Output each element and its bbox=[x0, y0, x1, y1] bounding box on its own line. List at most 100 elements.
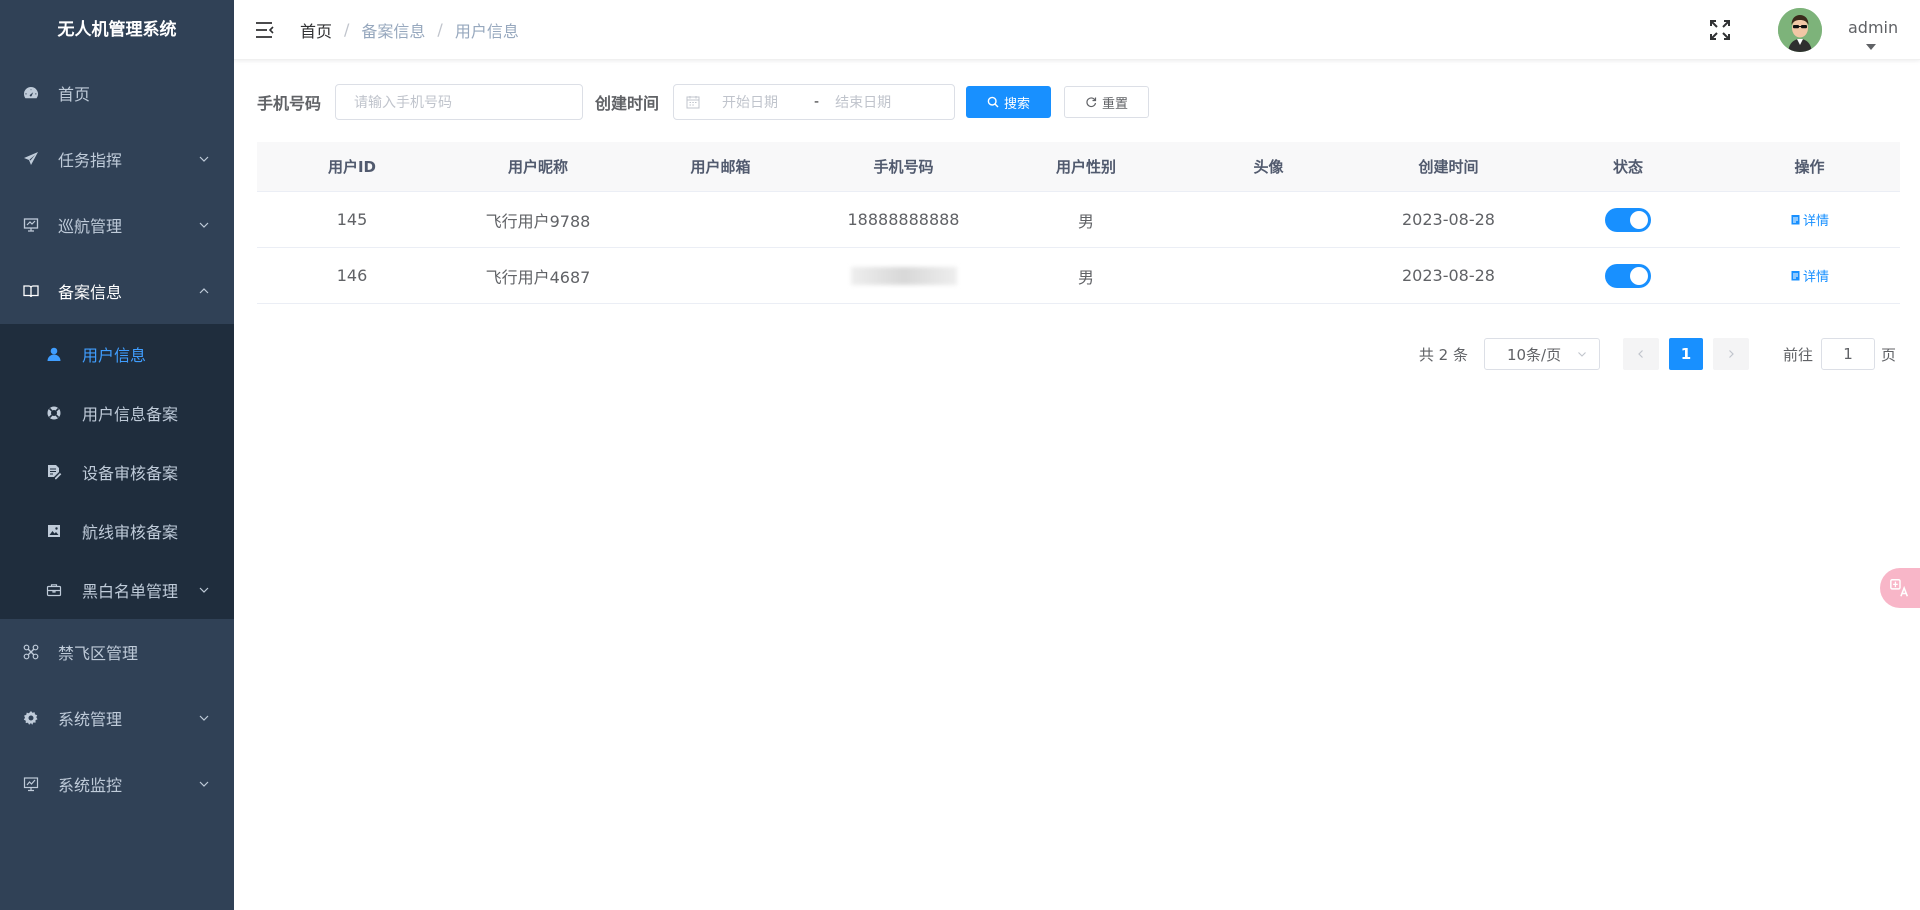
column-header: 用户昵称 bbox=[507, 158, 568, 176]
translate-button[interactable] bbox=[1880, 568, 1920, 608]
phone-label: 手机号码 bbox=[257, 94, 322, 113]
search-icon bbox=[987, 96, 999, 108]
lifebuoy-icon bbox=[46, 405, 62, 421]
column-header: 创建时间 bbox=[1418, 158, 1479, 176]
chevron-left-icon bbox=[1638, 350, 1643, 358]
sidebar-item-label: 巡航管理 bbox=[58, 217, 123, 236]
sidebar-item-task-command[interactable]: 任务指挥 bbox=[0, 126, 234, 192]
image-icon bbox=[46, 523, 62, 539]
hamburger-icon[interactable] bbox=[254, 19, 276, 41]
column-header: 手机号码 bbox=[873, 158, 934, 176]
user-icon bbox=[46, 346, 62, 362]
chevron-down-icon bbox=[199, 222, 209, 228]
date-range-picker[interactable]: 开始日期 - 结束日期 bbox=[673, 84, 956, 120]
detail-link-label: 详情 bbox=[1802, 270, 1829, 285]
phone-input[interactable]: 请输入手机号码 bbox=[335, 84, 584, 120]
switch-knob bbox=[1630, 210, 1648, 229]
chart-monitor-icon bbox=[22, 775, 40, 793]
switch-knob bbox=[1630, 266, 1648, 285]
goto-label: 前往 bbox=[1782, 345, 1813, 364]
breadcrumb-separator: / bbox=[344, 20, 350, 39]
detail-link[interactable]: 详情 bbox=[1790, 210, 1829, 229]
sidebar-item-system[interactable]: 系统管理 bbox=[0, 685, 234, 751]
send-icon bbox=[22, 150, 40, 168]
status-switch[interactable] bbox=[1605, 263, 1651, 288]
detail-link[interactable]: 详情 bbox=[1790, 266, 1829, 285]
sidebar-item-blackwhite-list[interactable]: 黑白名单管理 bbox=[0, 560, 234, 619]
sidebar-item-device-review[interactable]: 设备审核备案 bbox=[0, 442, 234, 501]
table-header: 用户ID 用户昵称 用户邮箱 手机号码 用户性别 头像 创建时间 状态 操作 bbox=[257, 142, 1900, 192]
cell-created-time: 2023-08-28 bbox=[1402, 210, 1495, 229]
search-form: 手机号码 请输入手机号码 创建时间 开始日期 - 结束日期 搜索 重置 bbox=[257, 84, 1162, 120]
cell-user-id: 146 bbox=[336, 266, 368, 285]
avatar[interactable] bbox=[1778, 8, 1822, 52]
sidebar-item-label: 航线审核备案 bbox=[82, 522, 179, 542]
sidebar-item-home[interactable]: 首页 bbox=[0, 60, 234, 126]
breadcrumb-user-info: 用户信息 bbox=[454, 21, 519, 41]
navbar: 首页 / 备案信息 / 用户信息 admin bbox=[234, 0, 1920, 60]
cell-nickname: 飞行用户4687 bbox=[485, 267, 591, 287]
reset-button-label: 重置 bbox=[1102, 96, 1129, 112]
sidebar-item-label: 用户信息备案 bbox=[82, 404, 179, 424]
status-switch[interactable] bbox=[1605, 207, 1651, 232]
prev-page-button[interactable] bbox=[1622, 338, 1659, 370]
chevron-up-icon bbox=[199, 288, 209, 294]
document-icon bbox=[1791, 271, 1800, 281]
breadcrumb: 首页 / 备案信息 / 用户信息 bbox=[300, 18, 519, 42]
column-header: 用户性别 bbox=[1055, 158, 1116, 176]
breadcrumb-home[interactable]: 首页 bbox=[300, 18, 332, 42]
caret-down-icon bbox=[1866, 44, 1876, 50]
column-header: 头像 bbox=[1253, 158, 1284, 176]
sidebar-item-no-fly-zone[interactable]: 禁飞区管理 bbox=[0, 619, 234, 685]
cell-phone bbox=[812, 266, 995, 286]
sidebar-item-filing-info[interactable]: 备案信息 bbox=[0, 258, 234, 324]
sidebar-item-label: 禁飞区管理 bbox=[58, 644, 139, 663]
cell-actions: 详情 bbox=[1719, 210, 1900, 229]
cell-gender: 男 bbox=[1077, 267, 1094, 287]
chevron-right-icon bbox=[1729, 350, 1734, 358]
sidebar-item-user-info[interactable]: 用户信息 bbox=[0, 324, 234, 383]
search-button-label: 搜索 bbox=[1004, 96, 1031, 112]
total-count: 共 2 条 bbox=[1418, 345, 1468, 364]
fullscreen-icon[interactable] bbox=[1708, 18, 1732, 42]
sidebar-item-label: 任务指挥 bbox=[58, 151, 123, 170]
sidebar-item-label: 系统监控 bbox=[58, 776, 123, 795]
column-header: 用户邮箱 bbox=[690, 158, 751, 176]
created-time-label: 创建时间 bbox=[595, 94, 660, 113]
submenu-filing-info: 用户信息 用户信息备案 设备审核备案 航线审核备案 黑白名单管理 bbox=[0, 324, 234, 619]
sidebar-item-label: 备案信息 bbox=[58, 283, 123, 302]
book-icon bbox=[22, 282, 40, 300]
sidebar-item-user-info-filing[interactable]: 用户信息备案 bbox=[0, 383, 234, 442]
gear-icon bbox=[22, 709, 40, 727]
end-date-input[interactable]: 结束日期 bbox=[835, 92, 891, 112]
pagination: 共 2 条 10条/页 1 前往 1 页 bbox=[1419, 338, 1896, 370]
sidebar-item-route-review[interactable]: 航线审核备案 bbox=[0, 501, 234, 560]
chevron-down-icon bbox=[199, 156, 209, 162]
calendar-icon bbox=[686, 96, 700, 109]
page-size-value: 10条/页 bbox=[1506, 345, 1562, 364]
monitor-icon bbox=[22, 216, 40, 234]
goto-page-input[interactable]: 1 bbox=[1820, 338, 1875, 370]
dashboard-icon bbox=[22, 84, 40, 102]
page-size-select[interactable]: 10条/页 bbox=[1483, 338, 1600, 370]
app-root: 无人机管理系统 首页 任务指挥 巡航管理 备案信息 用户信息 用户信息备案 设备… bbox=[0, 0, 1920, 910]
translate-icon bbox=[1890, 579, 1909, 597]
reset-button[interactable]: 重置 bbox=[1064, 86, 1150, 118]
cell-phone: 18888888888 bbox=[847, 210, 960, 229]
page-suffix: 页 bbox=[1880, 345, 1896, 364]
next-page-button[interactable] bbox=[1712, 338, 1749, 370]
sidebar-item-patrol[interactable]: 巡航管理 bbox=[0, 192, 234, 258]
user-dropdown[interactable]: admin bbox=[1840, 5, 1906, 55]
column-header: 状态 bbox=[1612, 158, 1643, 176]
cell-created-time: 2023-08-28 bbox=[1402, 266, 1495, 285]
edit-doc-icon bbox=[46, 464, 62, 480]
app-title: 无人机管理系统 bbox=[57, 20, 177, 40]
sidebar-item-monitoring[interactable]: 系统监控 bbox=[0, 751, 234, 817]
sidebar-item-label: 黑白名单管理 bbox=[82, 581, 179, 601]
user-table: 用户ID 用户昵称 用户邮箱 手机号码 用户性别 头像 创建时间 状态 操作 1… bbox=[257, 142, 1900, 304]
start-date-input[interactable]: 开始日期 bbox=[722, 92, 812, 112]
search-button[interactable]: 搜索 bbox=[966, 86, 1052, 118]
cell-actions: 详情 bbox=[1719, 266, 1900, 285]
page-number[interactable]: 1 bbox=[1668, 338, 1703, 370]
chevron-down-icon bbox=[199, 715, 209, 721]
